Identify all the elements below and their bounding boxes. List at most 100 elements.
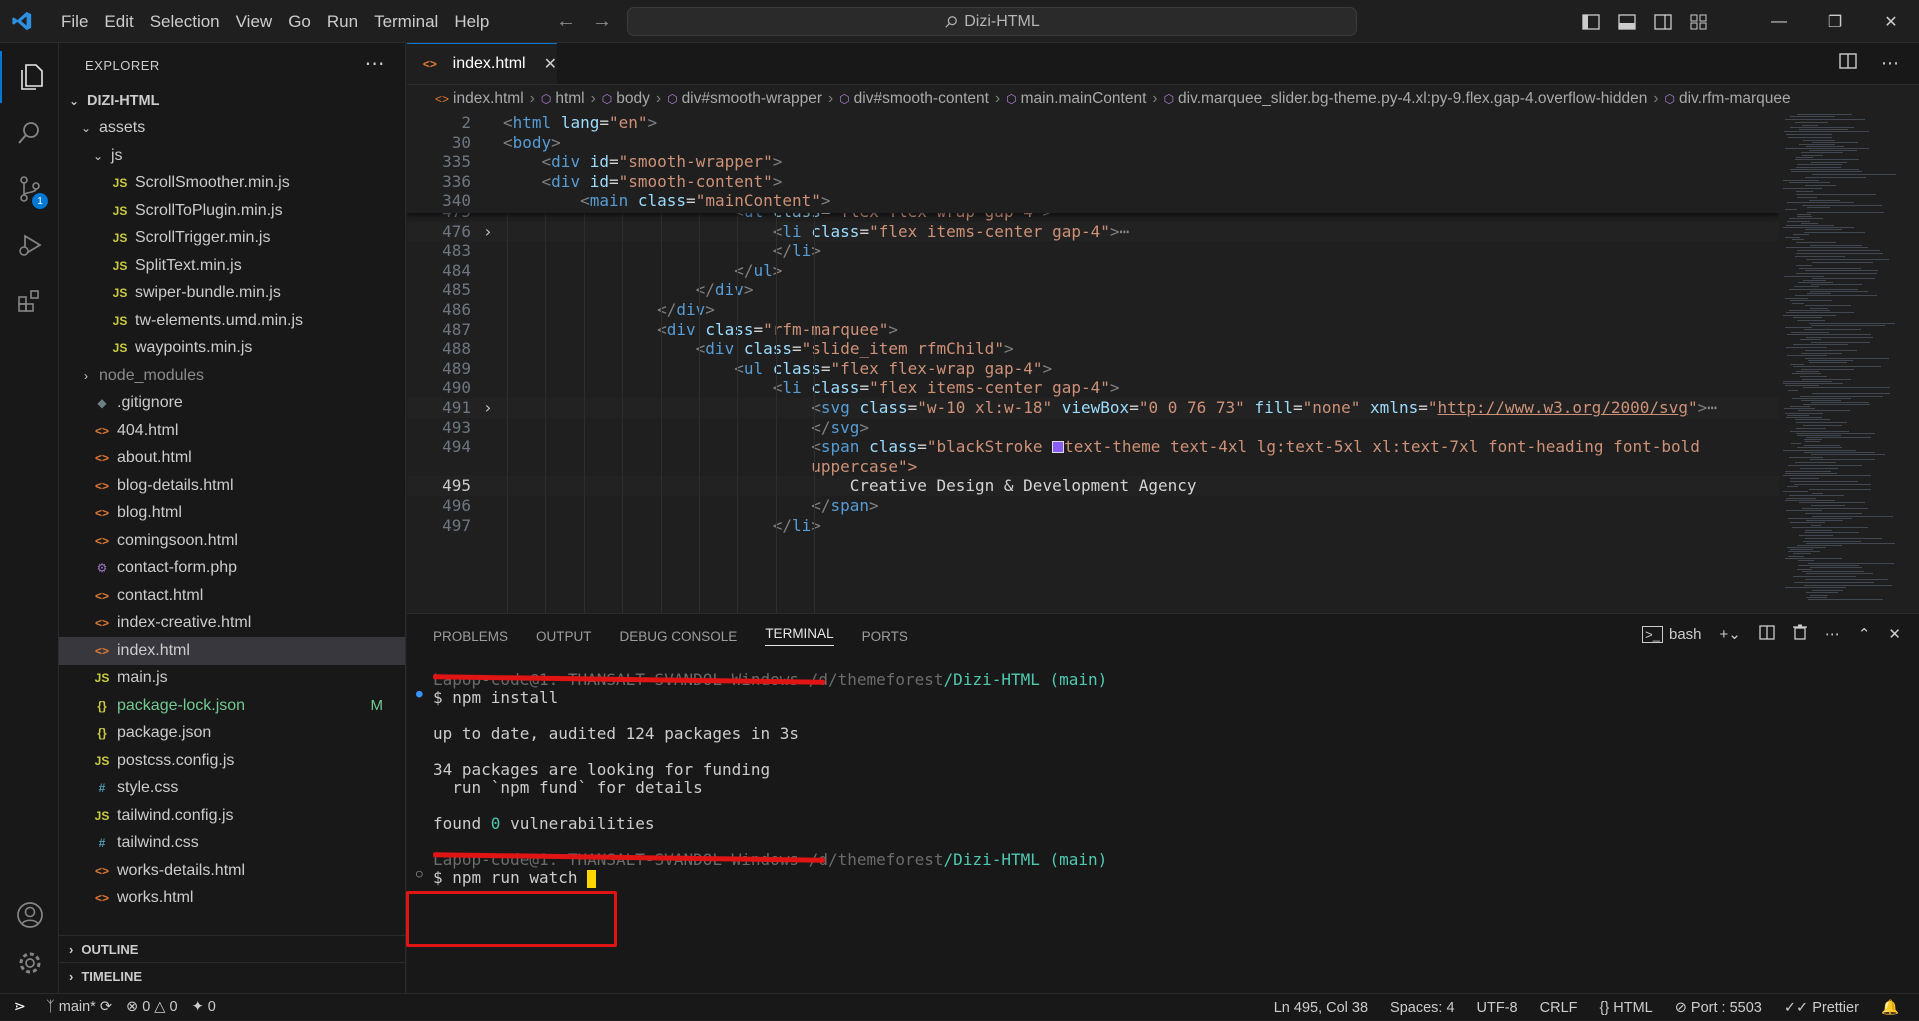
menu-terminal[interactable]: Terminal [366,12,446,32]
encoding[interactable]: UTF-8 [1477,1000,1518,1016]
file-item[interactable]: <> index-creative.html [59,610,405,638]
toggle-panel-icon[interactable] [1615,12,1639,32]
split-editor-icon[interactable] [1839,53,1857,74]
file-item[interactable]: {} package.json [59,720,405,748]
file-item[interactable]: <> blog-details.html [59,472,405,500]
back-arrow-icon[interactable]: ← [556,10,576,33]
breadcrumb-item[interactable]: main.mainContent [1021,90,1147,108]
file-item[interactable]: <> index.html [59,637,405,665]
folder-js[interactable]: ⌄ js [59,142,405,170]
command-center-search[interactable]: Dizi-HTML [627,7,1357,36]
search-icon[interactable] [0,107,59,159]
breadcrumb-item[interactable]: html [555,90,584,108]
language-mode[interactable]: {} HTML [1600,1000,1653,1016]
menu-help[interactable]: Help [446,12,497,32]
cursor-position[interactable]: Ln 495, Col 38 [1274,1000,1368,1016]
file-item[interactable]: {} package-lock.json M [59,692,405,720]
file-item[interactable]: <> works.html [59,885,405,913]
terminal[interactable]: Lapop-code@1: THANSALT-SVANDOL-Windows /… [406,658,1897,994]
file-item[interactable]: <> works-details.html [59,857,405,885]
remote-indicator-icon[interactable]: ⋗ [0,994,40,1021]
terminal-profile[interactable]: >_ bash [1642,625,1702,643]
menu-selection[interactable]: Selection [142,12,228,32]
folder-assets[interactable]: ⌄ assets [59,115,405,143]
menu-view[interactable]: View [228,12,281,32]
toggle-secondary-sidebar-icon[interactable] [1651,12,1675,32]
ports-status[interactable]: ✦ 0 [192,999,216,1015]
forward-arrow-icon[interactable]: → [592,10,612,33]
file-item[interactable]: JS swiper-bundle.min.js [59,280,405,308]
file-item[interactable]: <> contact.html [59,582,405,610]
file-item[interactable]: # tailwind.css [59,830,405,858]
kill-terminal-icon[interactable] [1792,624,1807,644]
source-control-icon[interactable]: 1 [0,163,59,215]
fold-chevron-icon[interactable]: › [483,222,493,242]
tab-ports[interactable]: PORTS [862,629,908,644]
extensions-icon[interactable] [0,275,59,327]
menu-edit[interactable]: Edit [96,12,141,32]
file-item[interactable]: <> 404.html [59,417,405,445]
breadcrumb-item[interactable]: div.marquee_slider.bg-theme.py-4.xl:py-9… [1178,90,1647,108]
file-item[interactable]: <> comingsoon.html [59,527,405,555]
file-item[interactable]: JS postcss.config.js [59,747,405,775]
notifications-bell-icon[interactable]: 🔔 [1881,999,1899,1016]
menu-run[interactable]: Run [319,12,366,32]
tab-terminal[interactable]: TERMINAL [765,626,834,646]
minimap[interactable] [1779,112,1907,612]
breadcrumb-item[interactable]: index.html [453,90,524,108]
breadcrumb-item[interactable]: body [616,90,650,108]
file-item[interactable]: JS main.js [59,665,405,693]
live-server-port[interactable]: ⊘ Port : 5503 [1675,1000,1762,1016]
breadcrumb-item[interactable]: div#smooth-wrapper [682,90,822,108]
minimize-button[interactable]: — [1751,0,1807,43]
tab-problems[interactable]: PROBLEMS [433,629,508,644]
file-item[interactable]: JS tailwind.config.js [59,802,405,830]
explorer-icon[interactable] [0,51,59,103]
file-item[interactable]: # style.css [59,775,405,803]
timeline-section[interactable]: › TIMELINE [59,962,406,989]
sync-icon[interactable]: ⟳ [100,999,112,1015]
file-item[interactable]: JS ScrollSmoother.min.js [59,170,405,198]
run-debug-icon[interactable] [0,219,59,271]
settings-gear-icon[interactable] [0,937,59,989]
customize-layout-icon[interactable] [1687,12,1711,32]
file-item[interactable]: ⚙ contact-form.php [59,555,405,583]
close-tab-icon[interactable]: ✕ [544,54,557,74]
breadcrumb-item[interactable]: div#smooth-content [854,90,989,108]
tab-output[interactable]: OUTPUT [536,629,592,644]
more-actions-icon[interactable]: ⋯ [1825,625,1840,643]
outline-section[interactable]: › OUTLINE [59,935,406,962]
branch-status[interactable]: ᛉ main* ⟳ [46,999,112,1015]
more-actions-icon[interactable]: ⋯ [365,51,386,76]
fold-chevron-icon[interactable]: › [483,398,493,418]
menu-go[interactable]: Go [280,12,319,32]
prettier-status[interactable]: ✓✓ Prettier [1784,1000,1859,1016]
root-folder[interactable]: ⌄ DIZI-HTML [59,87,405,115]
toggle-primary-sidebar-icon[interactable] [1579,12,1603,32]
tab-debug-console[interactable]: DEBUG CONSOLE [620,629,738,644]
file-item[interactable]: JS waypoints.min.js [59,335,405,363]
indentation[interactable]: Spaces: 4 [1390,1000,1455,1016]
file-item[interactable]: JS ScrollTrigger.min.js [59,225,405,253]
file-item[interactable]: <> about.html [59,445,405,473]
problems-status[interactable]: ⊗ 0 △ 0 [126,999,178,1015]
new-terminal-icon[interactable]: +⌄ [1720,625,1741,643]
close-window-button[interactable]: ✕ [1863,0,1919,43]
close-panel-icon[interactable]: ✕ [1888,625,1901,643]
file-item[interactable]: JS ScrollToPlugin.min.js [59,197,405,225]
split-terminal-icon[interactable] [1759,624,1775,644]
tab-index-html[interactable]: <> index.html ✕ [407,43,557,84]
maximize-panel-icon[interactable]: ⌃ [1858,625,1871,643]
folder-node-modules[interactable]: › node_modules [59,362,405,390]
file-item[interactable]: JS tw-elements.umd.min.js [59,307,405,335]
file-item[interactable]: <> blog.html [59,500,405,528]
more-actions-icon[interactable]: ⋯ [1881,53,1899,74]
file-item[interactable]: ◆ .gitignore [59,390,405,418]
menu-file[interactable]: File [53,12,96,32]
breadcrumb-item[interactable]: div.rfm-marquee [1679,90,1791,108]
code-editor[interactable]: 475 <ul class="flex flex-wrap gap-4">476… [407,112,1779,613]
accounts-icon[interactable] [0,889,59,941]
end-of-line[interactable]: CRLF [1540,1000,1578,1016]
file-item[interactable]: JS SplitText.min.js [59,252,405,280]
restore-button[interactable]: ❐ [1807,0,1863,43]
